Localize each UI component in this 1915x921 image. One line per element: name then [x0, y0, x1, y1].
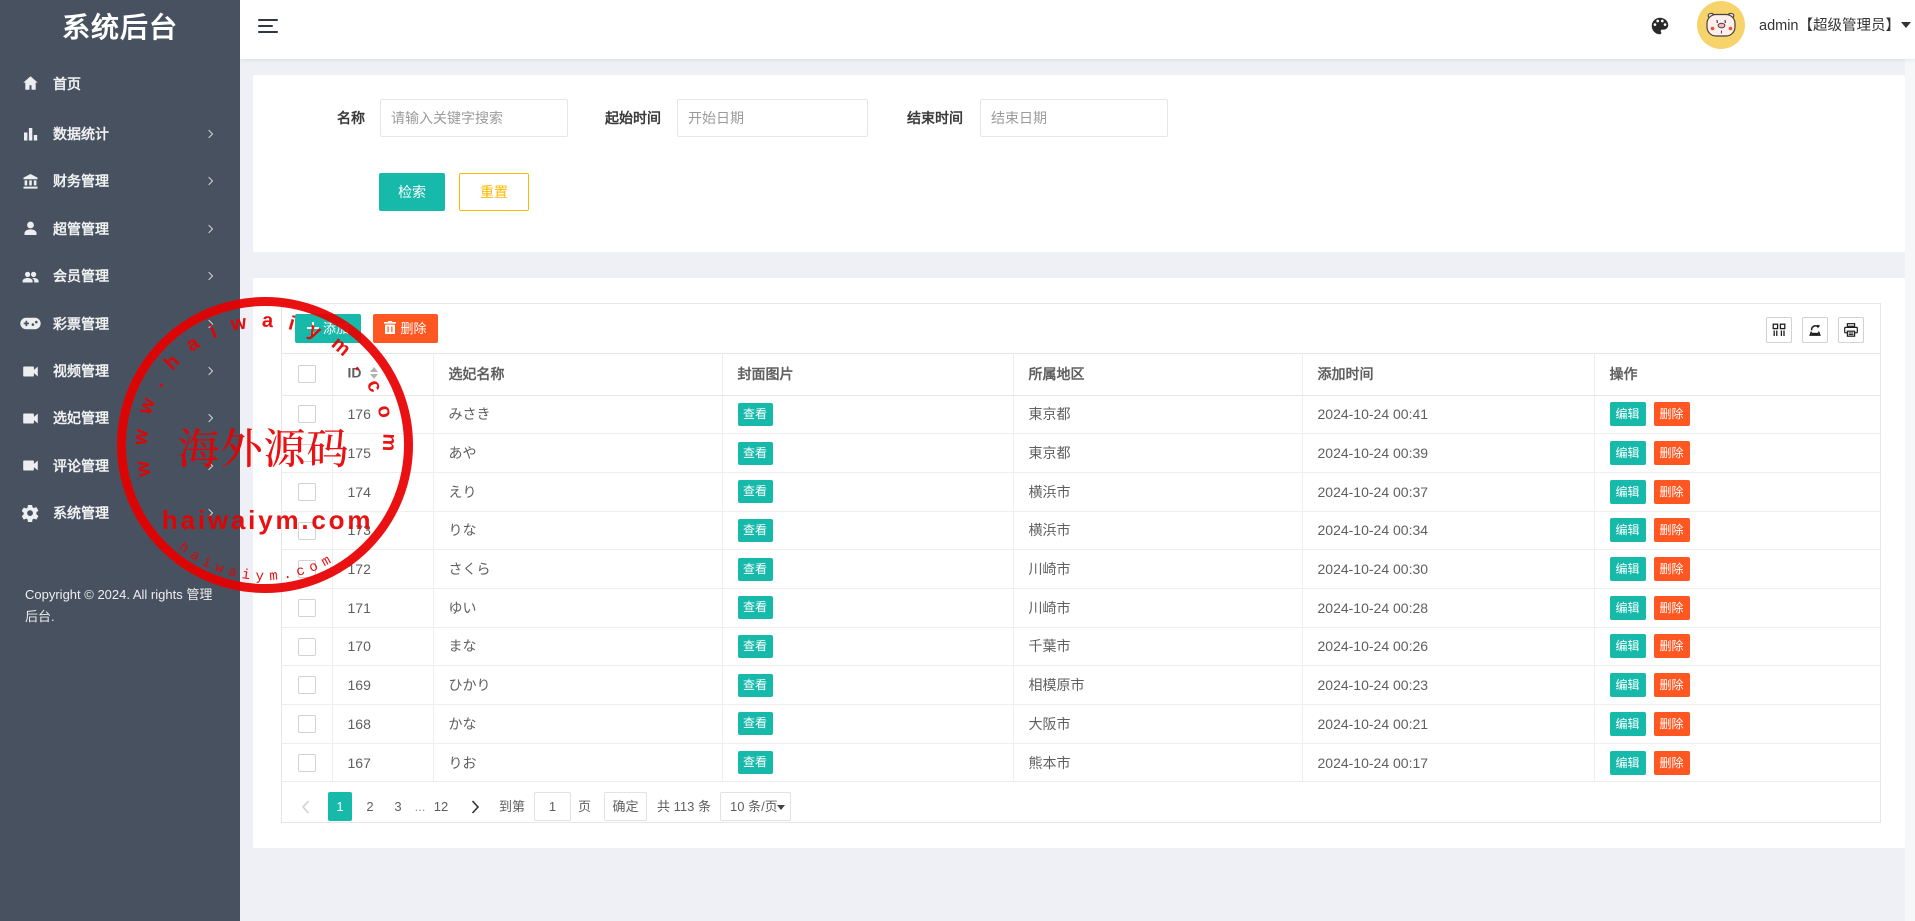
svg-text:海外源码: 海外源码	[177, 428, 349, 474]
svg-text:haiwaiym.com: haiwaiym.com	[162, 505, 373, 535]
